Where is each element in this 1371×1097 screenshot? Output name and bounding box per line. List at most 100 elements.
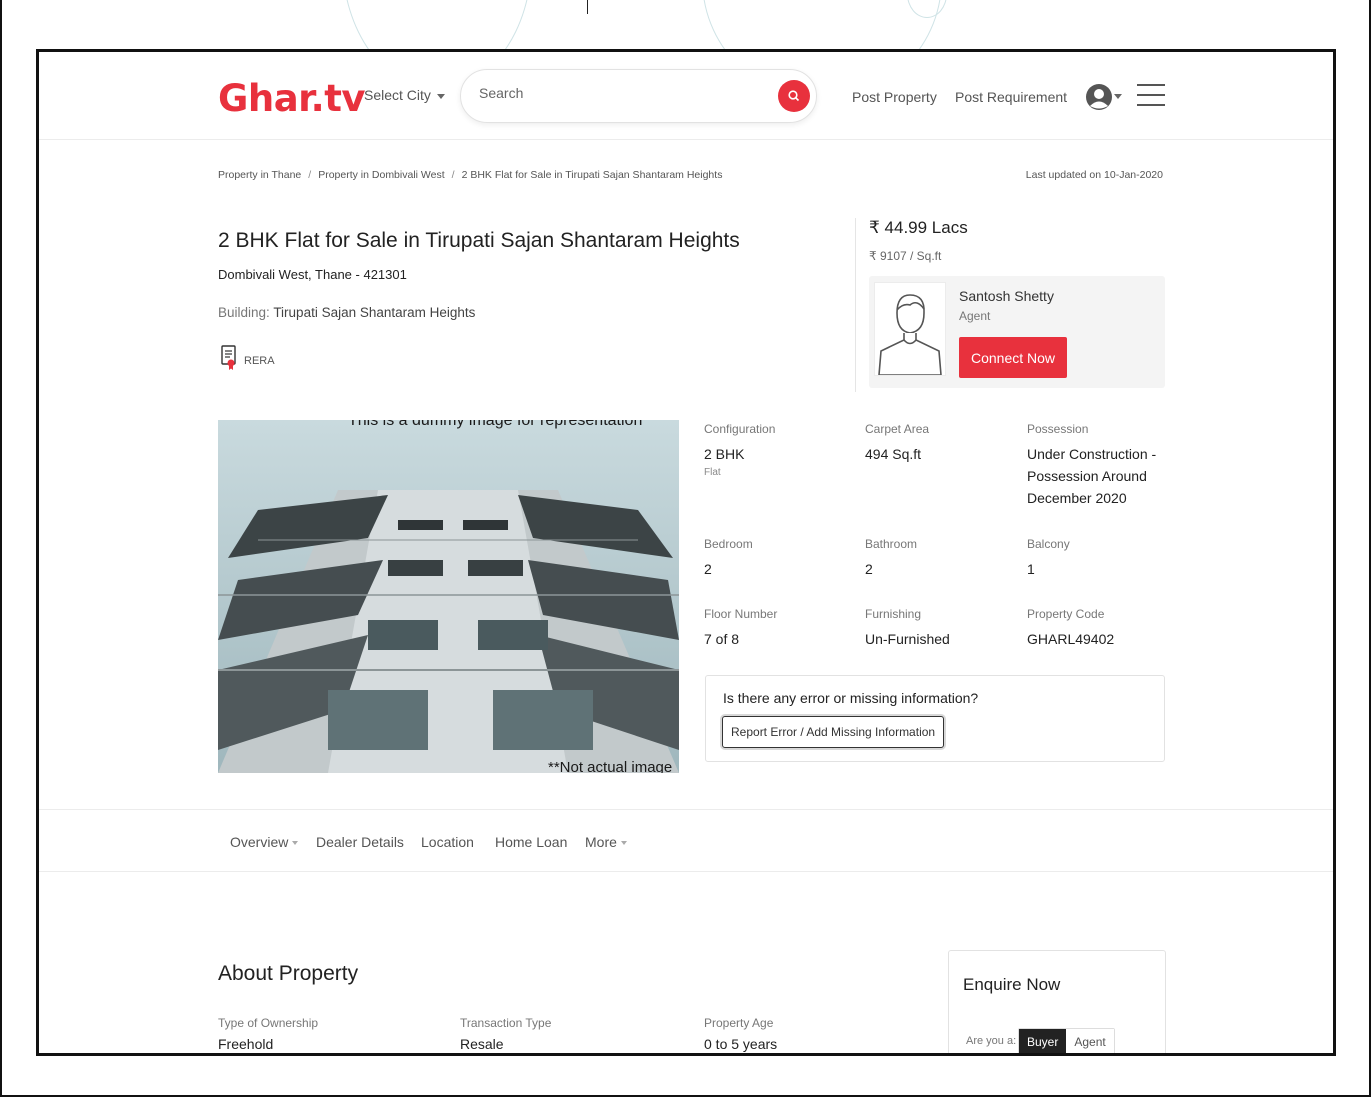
- property-price: ₹ 44.99 Lacs: [869, 218, 968, 237]
- search-bar: [460, 69, 817, 123]
- search-input[interactable]: [479, 85, 759, 101]
- rera-label[interactable]: RERA: [244, 355, 275, 367]
- about-ownership: Type of Ownership Freehold: [218, 1016, 318, 1052]
- spec-configuration: Configuration 2 BHK Flat: [704, 422, 775, 478]
- site-logo[interactable]: Ghar.tv: [218, 77, 366, 120]
- image-disclaimer-top: This is a dummy image for representation: [348, 420, 643, 429]
- spec-value: 2 BHK: [704, 446, 745, 462]
- about-value: Resale: [460, 1036, 504, 1052]
- city-selector-label: Select City: [364, 87, 431, 103]
- spec-label: Bedroom: [704, 537, 753, 551]
- divider: [855, 218, 856, 392]
- agent-name: Santosh Shetty: [959, 288, 1054, 304]
- last-updated-text: Last updated on 10-Jan-2020: [1025, 169, 1163, 181]
- spec-label: Carpet Area: [865, 422, 930, 436]
- spec-bedroom: Bedroom 2: [704, 537, 753, 580]
- breadcrumb-item[interactable]: Property in Thane: [218, 169, 301, 181]
- about-label: Property Age: [704, 1016, 774, 1030]
- about-transaction-type: Transaction Type Resale: [460, 1016, 551, 1052]
- city-selector[interactable]: Select City: [364, 87, 445, 103]
- tab-home-loan[interactable]: Home Loan: [495, 834, 567, 850]
- spec-floor-number: Floor Number 7 of 8: [704, 607, 777, 650]
- about-label: Type of Ownership: [218, 1016, 319, 1030]
- spec-value: 494 Sq.ft: [865, 446, 922, 462]
- tab-dealer-details[interactable]: Dealer Details: [316, 834, 404, 850]
- spec-label: Balcony: [1027, 537, 1070, 551]
- building-photo-illustration: [218, 420, 679, 773]
- chevron-down-icon[interactable]: [1114, 94, 1122, 100]
- spec-value: 1: [1027, 561, 1035, 577]
- buyer-option[interactable]: Buyer: [1019, 1029, 1067, 1053]
- post-requirement-link[interactable]: Post Requirement: [955, 89, 1067, 105]
- rera-certificate-icon: [221, 345, 236, 370]
- about-label: Transaction Type: [460, 1016, 552, 1030]
- report-error-button[interactable]: Report Error / Add Missing Information: [722, 716, 945, 748]
- breadcrumb-separator: /: [451, 169, 455, 181]
- chevron-down-icon: [292, 841, 299, 846]
- enquire-card: Enquire Now Are you a: Buyer Agent: [948, 950, 1166, 1053]
- building-name[interactable]: Tirupati Sajan Shantaram Heights: [273, 305, 475, 320]
- spec-label: Configuration: [704, 422, 776, 436]
- property-location: Dombivali West, Thane - 421301: [218, 267, 407, 282]
- agent-avatar: [874, 282, 946, 376]
- tab-location[interactable]: Location: [421, 834, 474, 850]
- breadcrumb-item[interactable]: Property in Dombivali West: [318, 169, 444, 181]
- breadcrumb: Property in Thane / Property in Dombivali …: [218, 169, 722, 181]
- enquire-heading: Enquire Now: [963, 975, 1061, 994]
- agent-placeholder-icon: [878, 294, 942, 376]
- page-window: Ghar.tv Select City Post Property Post R…: [36, 49, 1336, 1056]
- spec-possession: Possession Under Construction - Possessi…: [1027, 422, 1167, 509]
- spec-bathroom: Bathroom 2: [865, 537, 917, 580]
- about-value: Freehold: [218, 1036, 274, 1052]
- about-value: 0 to 5 years: [704, 1036, 778, 1052]
- about-property-heading: About Property: [218, 962, 359, 985]
- agent-role: Agent: [959, 309, 991, 323]
- spec-label: Furnishing: [865, 607, 922, 621]
- spec-value: 2: [704, 561, 712, 577]
- spec-carpet-area: Carpet Area 494 Sq.ft: [865, 422, 929, 465]
- report-error-box: Is there any error or missing informatio…: [705, 675, 1165, 762]
- tab-label: More: [585, 834, 617, 850]
- breadcrumb-item-current: 2 BHK Flat for Sale in Tirupati Sajan Sh…: [461, 169, 723, 181]
- search-button[interactable]: [778, 80, 810, 112]
- spec-balcony: Balcony 1: [1027, 537, 1070, 580]
- section-tabs: Overview Dealer Details Location Home Lo…: [39, 809, 1333, 872]
- spec-property-code: Property Code GHARL49402: [1027, 607, 1114, 650]
- spec-label: Possession: [1027, 422, 1089, 436]
- spec-value: GHARL49402: [1027, 631, 1115, 647]
- agent-card: Santosh Shetty Agent Connect Now: [869, 276, 1165, 388]
- spec-label: Floor Number: [704, 607, 778, 621]
- spec-value: 7 of 8: [704, 631, 740, 647]
- property-title: 2 BHK Flat for Sale in Tirupati Sajan Sh…: [218, 229, 740, 252]
- spec-label: Property Code: [1027, 607, 1105, 621]
- spec-furnishing: Furnishing Un-Furnished: [865, 607, 950, 650]
- tab-more[interactable]: More: [585, 834, 627, 850]
- report-error-question: Is there any error or missing informatio…: [723, 690, 979, 706]
- chevron-down-icon: [436, 93, 445, 99]
- spec-value: Un-Furnished: [865, 631, 950, 647]
- about-property-age: Property Age 0 to 5 years: [704, 1016, 777, 1052]
- backdrop-line: [587, 0, 588, 14]
- search-icon: [788, 90, 800, 102]
- post-property-link[interactable]: Post Property: [852, 89, 937, 105]
- spec-value: 2: [865, 561, 873, 577]
- user-type-label: Are you a:: [966, 1035, 1017, 1047]
- agent-option[interactable]: Agent: [1066, 1029, 1114, 1053]
- price-per-sqft: ₹ 9107 / Sq.ft: [869, 249, 942, 263]
- tab-label: Overview: [230, 834, 289, 850]
- chevron-down-icon: [620, 841, 627, 846]
- spec-subvalue: Flat: [704, 467, 721, 478]
- user-type-toggle: Buyer Agent: [1018, 1028, 1115, 1053]
- spec-label: Bathroom: [865, 537, 918, 551]
- connect-now-button[interactable]: Connect Now: [959, 337, 1067, 378]
- tab-overview[interactable]: Overview: [230, 834, 299, 850]
- breadcrumb-separator: /: [308, 169, 312, 181]
- spec-value: Under Construction - Possession Around D…: [1027, 446, 1157, 506]
- image-disclaimer-bottom: **Not actual image: [548, 759, 673, 773]
- user-avatar-icon[interactable]: [1085, 83, 1113, 111]
- building-label: Building:: [218, 305, 270, 320]
- building-info: Building: Tirupati Sajan Shantaram Heigh…: [218, 305, 475, 320]
- hamburger-menu-icon[interactable]: [1137, 84, 1165, 114]
- property-image[interactable]: This is a dummy image for representation…: [218, 420, 679, 773]
- site-header: Ghar.tv Select City Post Property Post R…: [39, 52, 1333, 140]
